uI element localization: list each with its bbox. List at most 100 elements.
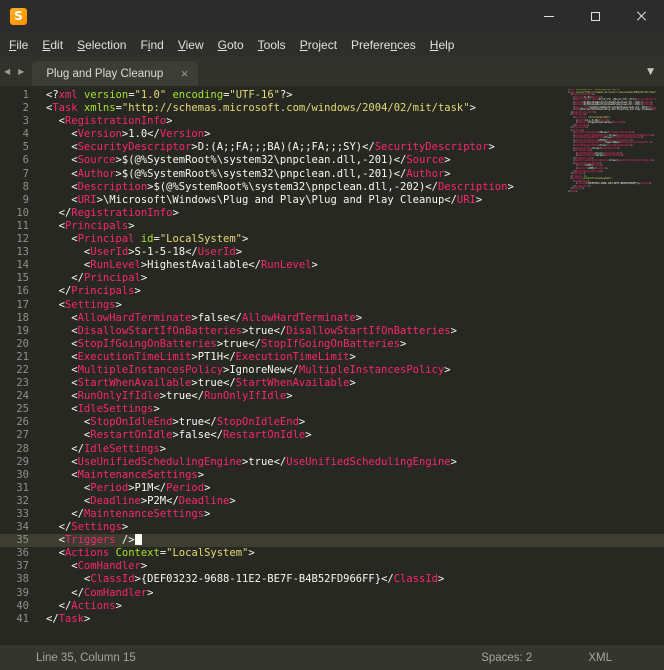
line-number: 39 <box>0 587 38 600</box>
tab-plug-and-play-cleanup[interactable]: Plug and Play Cleanup × <box>32 61 198 86</box>
status-bar: Line 35, Column 15 Spaces: 2 XML <box>0 644 664 670</box>
code-line-2[interactable]: 2<Task xmlns="http://schemas.microsoft.c… <box>0 102 664 115</box>
menu-file[interactable]: File <box>2 35 35 55</box>
menu-bar: FileEditSelectionFindViewGotoToolsProjec… <box>0 32 664 57</box>
menu-tools[interactable]: Tools <box>251 35 293 55</box>
line-number: 41 <box>0 613 38 626</box>
line-number: 19 <box>0 325 38 338</box>
line-number: 4 <box>0 128 38 141</box>
line-number: 30 <box>0 469 38 482</box>
line-number: 3 <box>0 115 38 128</box>
code-line-17[interactable]: 17 <Settings> <box>0 299 664 312</box>
code-line-14[interactable]: 14 <RunLevel>HighestAvailable</RunLevel> <box>0 259 664 272</box>
title-bar: S <box>0 0 664 32</box>
code-line-29[interactable]: 29 <UseUnifiedSchedulingEngine>true</Use… <box>0 456 664 469</box>
line-number: 8 <box>0 181 38 194</box>
line-number: 26 <box>0 416 38 429</box>
code-line-21[interactable]: 21 <ExecutionTimeLimit>PT1H</ExecutionTi… <box>0 351 664 364</box>
code-line-9[interactable]: 9 <URI>\Microsoft\Windows\Plug and Play\… <box>0 194 664 207</box>
code-line-10[interactable]: 10 </RegistrationInfo> <box>0 207 664 220</box>
code-line-25[interactable]: 25 <IdleSettings> <box>0 403 664 416</box>
line-number: 15 <box>0 272 38 285</box>
code-line-8[interactable]: 8 <Description>$(@%SystemRoot%\system32\… <box>0 181 664 194</box>
code-line-16[interactable]: 16 </Principals> <box>0 285 664 298</box>
tab-label: Plug and Play Cleanup <box>46 68 168 80</box>
text-caret <box>135 534 142 545</box>
minimize-button[interactable] <box>526 0 572 32</box>
code-line-15[interactable]: 15 </Principal> <box>0 272 664 285</box>
code-line-1[interactable]: 1<?xml version="1.0" encoding="UTF-16"?> <box>0 89 664 102</box>
status-syntax[interactable]: XML <box>588 652 612 664</box>
code-line-40[interactable]: 40 </Actions> <box>0 600 664 613</box>
code-line-23[interactable]: 23 <StartWhenAvailable>true</StartWhenAv… <box>0 377 664 390</box>
line-number: 18 <box>0 312 38 325</box>
line-number: 31 <box>0 482 38 495</box>
line-number: 37 <box>0 560 38 573</box>
code-line-30[interactable]: 30 <MaintenanceSettings> <box>0 469 664 482</box>
code-line-5[interactable]: 5 <SecurityDescriptor>D:(A;;FA;;;BA)(A;;… <box>0 141 664 154</box>
line-number: 25 <box>0 403 38 416</box>
minimap[interactable]: <?xml version="1.0" encoding="UTF-16"?><… <box>568 89 656 644</box>
menu-goto[interactable]: Goto <box>211 35 251 55</box>
line-number: 34 <box>0 521 38 534</box>
code-line-13[interactable]: 13 <UserId>S-1-5-18</UserId> <box>0 246 664 259</box>
code-line-39[interactable]: 39 </ComHandler> <box>0 587 664 600</box>
code-line-7[interactable]: 7 <Author>$(@%SystemRoot%\system32\pnpcl… <box>0 168 664 181</box>
code-line-37[interactable]: 37 <ComHandler> <box>0 560 664 573</box>
code-line-12[interactable]: 12 <Principal id="LocalSystem"> <box>0 233 664 246</box>
code-line-22[interactable]: 22 <MultipleInstancesPolicy>IgnoreNew</M… <box>0 364 664 377</box>
line-number: 32 <box>0 495 38 508</box>
code-line-33[interactable]: 33 </MaintenanceSettings> <box>0 508 664 521</box>
code-line-19[interactable]: 19 <DisallowStartIfOnBatteries>true</Dis… <box>0 325 664 338</box>
line-number: 22 <box>0 364 38 377</box>
line-number: 11 <box>0 220 38 233</box>
line-number: 33 <box>0 508 38 521</box>
tab-close-icon[interactable]: × <box>181 67 189 80</box>
menu-project[interactable]: Project <box>293 35 344 55</box>
menu-preferences[interactable]: Preferences <box>344 35 423 55</box>
code-line-27[interactable]: 27 <RestartOnIdle>false</RestartOnIdle> <box>0 429 664 442</box>
code-line-20[interactable]: 20 <StopIfGoingOnBatteries>true</StopIfG… <box>0 338 664 351</box>
code-line-34[interactable]: 34 </Settings> <box>0 521 664 534</box>
code-line-3[interactable]: 3 <RegistrationInfo> <box>0 115 664 128</box>
line-number: 9 <box>0 194 38 207</box>
code-line-18[interactable]: 18 <AllowHardTerminate>false</AllowHardT… <box>0 312 664 325</box>
line-number: 29 <box>0 456 38 469</box>
code-line-26[interactable]: 26 <StopOnIdleEnd>true</StopOnIdleEnd> <box>0 416 664 429</box>
editor[interactable]: 1<?xml version="1.0" encoding="UTF-16"?>… <box>0 86 664 644</box>
menu-find[interactable]: Find <box>133 35 170 55</box>
sublime-logo-icon: S <box>10 8 27 25</box>
maximize-button[interactable] <box>572 0 618 32</box>
menu-view[interactable]: View <box>171 35 211 55</box>
tab-scroll-left-icon[interactable]: ◀ <box>0 67 14 76</box>
menu-edit[interactable]: Edit <box>35 35 70 55</box>
line-number: 35 <box>0 534 38 547</box>
code-line-24[interactable]: 24 <RunOnlyIfIdle>true</RunOnlyIfIdle> <box>0 390 664 403</box>
code-line-31[interactable]: 31 <Period>P1M</Period> <box>0 482 664 495</box>
close-button[interactable] <box>618 0 664 32</box>
code-line-32[interactable]: 32 <Deadline>P2M</Deadline> <box>0 495 664 508</box>
tab-overflow-icon[interactable]: ▼ <box>647 67 654 77</box>
minimap-content: <?xml version="1.0" encoding="UTF-16"?><… <box>568 89 656 193</box>
line-number: 40 <box>0 600 38 613</box>
status-right-group: Spaces: 2 XML <box>481 652 612 664</box>
code-line-41[interactable]: 41</Task> <box>0 613 664 626</box>
code-area[interactable]: 1<?xml version="1.0" encoding="UTF-16"?>… <box>0 89 664 626</box>
line-number: 10 <box>0 207 38 220</box>
menu-help[interactable]: Help <box>423 35 462 55</box>
code-line-36[interactable]: 36 <Actions Context="LocalSystem"> <box>0 547 664 560</box>
code-line-35[interactable]: 35 <Triggers /> <box>0 534 664 547</box>
sublime-text-window: S FileEditSelectionFindViewGotoToolsProj… <box>0 0 664 670</box>
code-line-6[interactable]: 6 <Source>$(@%SystemRoot%\system32\pnpcl… <box>0 154 664 167</box>
code-line-11[interactable]: 11 <Principals> <box>0 220 664 233</box>
menu-selection[interactable]: Selection <box>70 35 133 55</box>
status-indentation[interactable]: Spaces: 2 <box>481 652 532 664</box>
code-line-38[interactable]: 38 <ClassId>{DEF03232-9688-11E2-BE7F-B4B… <box>0 573 664 586</box>
line-number: 20 <box>0 338 38 351</box>
code-line-28[interactable]: 28 </IdleSettings> <box>0 443 664 456</box>
tab-scroll-right-icon[interactable]: ▶ <box>14 67 28 76</box>
line-number: 6 <box>0 154 38 167</box>
code-line-4[interactable]: 4 <Version>1.0</Version> <box>0 128 664 141</box>
line-number: 5 <box>0 141 38 154</box>
line-number: 16 <box>0 285 38 298</box>
